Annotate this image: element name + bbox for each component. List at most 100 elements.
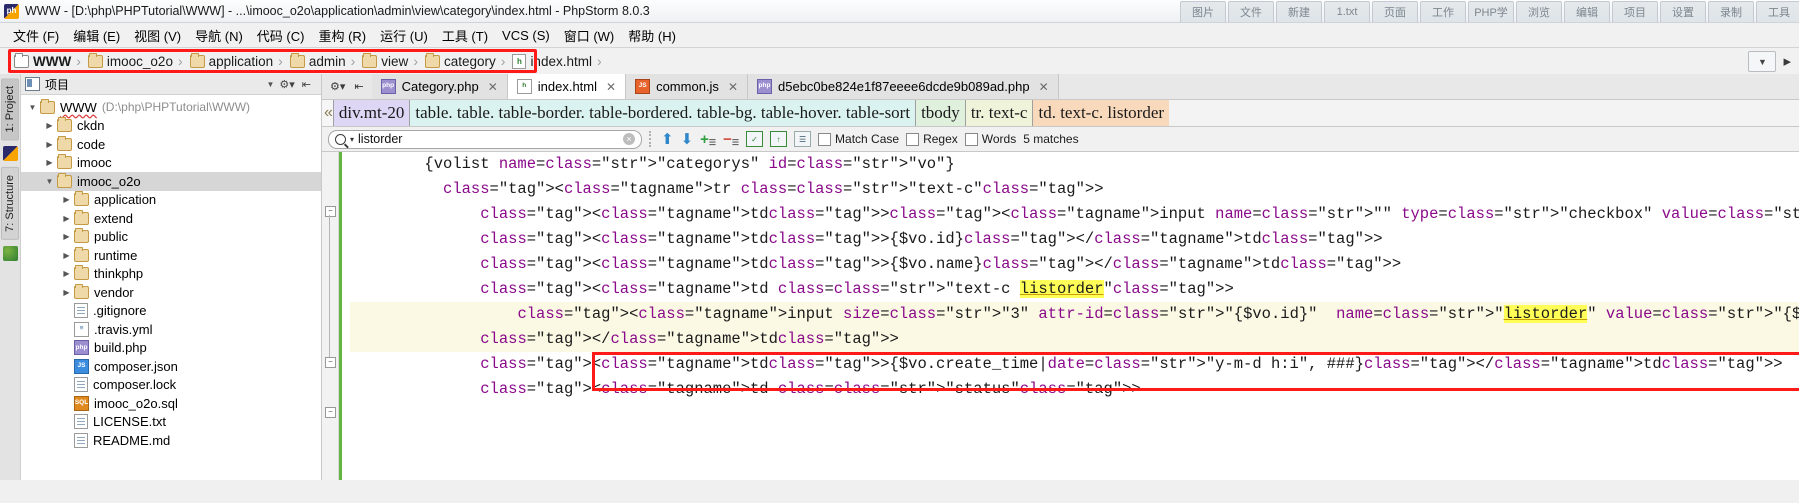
tree-row[interactable]: application xyxy=(21,191,321,210)
menu-item-3[interactable]: 导航 (N) xyxy=(188,24,250,47)
fold-icon[interactable]: − xyxy=(325,407,336,418)
taskbar-ghost-item[interactable]: PHP学 xyxy=(1468,1,1514,22)
code-line[interactable]: class="tag"><class="tagname">input size=… xyxy=(350,302,1799,327)
match-case-checkbox[interactable]: Match Case xyxy=(818,132,899,146)
tree-toggle-right-icon[interactable] xyxy=(59,232,74,241)
tree-row[interactable]: code xyxy=(21,135,321,154)
taskbar-ghost-item[interactable]: 录制 xyxy=(1708,1,1754,22)
path-bar-cell[interactable]: tbody xyxy=(916,100,966,126)
taskbar-ghost-item[interactable]: 浏览 xyxy=(1516,1,1562,22)
taskbar-ghost-item[interactable]: 图片 xyxy=(1180,1,1226,22)
breadcrumb-item-view[interactable]: view xyxy=(358,52,410,70)
tree-row[interactable]: ckdn xyxy=(21,117,321,136)
element-path-bar[interactable]: «div.mt-20 table. table. table-border. ta… xyxy=(322,100,1799,127)
close-icon[interactable]: ✕ xyxy=(728,80,738,94)
menu-item-7[interactable]: 工具 (T) xyxy=(435,24,495,47)
tree-row[interactable]: runtime xyxy=(21,246,321,265)
tree-row[interactable]: WWW (D:\php\PHPTutorial\WWW) xyxy=(21,98,321,117)
clear-icon[interactable]: × xyxy=(623,133,635,145)
run-button-icon[interactable]: ▸ xyxy=(1779,54,1795,69)
fold-icon[interactable]: − xyxy=(325,206,336,217)
taskbar-ghost-item[interactable]: 编辑 xyxy=(1564,1,1610,22)
editor-gutter[interactable]: − − − xyxy=(322,152,339,480)
checkbox-box[interactable] xyxy=(964,132,978,146)
sidebar-item-structure[interactable]: 7: Structure xyxy=(1,167,19,241)
menu-item-9[interactable]: 窗口 (W) xyxy=(557,24,622,47)
code-line[interactable]: {volist name=class="str">"categorys" id=… xyxy=(350,152,1799,177)
menu-item-0[interactable]: 文件 (F) xyxy=(6,24,66,47)
structure-tool-icon[interactable] xyxy=(2,246,18,262)
taskbar-ghost-item[interactable]: 工具 xyxy=(1756,1,1799,22)
tree-row[interactable]: public xyxy=(21,228,321,247)
editor-tab-tools[interactable]: ⚙▾ ⇤ xyxy=(322,74,372,99)
code-line[interactable]: class="tag"><class="tagname">tr class=cl… xyxy=(350,177,1799,202)
breadcrumb-item-application[interactable]: application xyxy=(186,52,276,70)
arrow-down-icon[interactable]: ⬇ xyxy=(681,132,694,147)
menu-item-4[interactable]: 代码 (C) xyxy=(250,24,312,47)
breadcrumb-item-index-html[interactable]: h index.html xyxy=(508,53,594,70)
navbar-actions[interactable]: ▼ ▸ xyxy=(1748,51,1795,72)
tree-row[interactable]: php build.php xyxy=(21,339,321,358)
close-icon[interactable]: ✕ xyxy=(488,80,498,94)
menu-item-2[interactable]: 视图 (V) xyxy=(127,24,188,47)
tree-row[interactable]: ≡ .travis.yml xyxy=(21,320,321,339)
tree-row[interactable]: README.md xyxy=(21,431,321,450)
editor-tab-d5ebc0be824e1f87eeee6dcde9b089ad-php[interactable]: php d5ebc0be824e1f87eeee6dcde9b089ad.php ✕ xyxy=(748,74,1059,99)
breadcrumb-item-category[interactable]: category xyxy=(421,52,498,70)
collapse-all-icon[interactable]: ⇤ xyxy=(302,78,311,91)
gear-icon[interactable]: ⚙▾ xyxy=(330,80,345,93)
taskbar-ghost-item[interactable]: 页面 xyxy=(1372,1,1418,22)
words-checkbox[interactable]: Words xyxy=(964,132,1016,146)
breadcrumb-item-imooc_o2o[interactable]: imooc_o2o xyxy=(84,52,175,70)
code-content[interactable]: {volist name=class="str">"categorys" id=… xyxy=(342,152,1799,480)
menu-item-5[interactable]: 重构 (R) xyxy=(311,24,373,47)
code-line[interactable]: class="tag"><class="tagname">tdclass="ta… xyxy=(350,227,1799,252)
breadcrumb-item-www[interactable]: WWW xyxy=(10,52,73,70)
project-tree[interactable]: WWW (D:\php\PHPTutorial\WWW) ckdn code imooc… xyxy=(21,95,321,480)
chevron-down-icon[interactable]: ▼ xyxy=(266,80,274,89)
code-line[interactable]: class="tag"><class="tagname">td class=cl… xyxy=(350,277,1799,302)
tree-row[interactable]: .gitignore xyxy=(21,302,321,321)
path-bar-cell[interactable]: table. table. table-border. table-border… xyxy=(410,100,917,126)
tree-row[interactable]: SQL imooc_o2o.sql xyxy=(21,394,321,413)
regex-checkbox[interactable]: Regex xyxy=(906,132,958,146)
close-icon[interactable]: ✕ xyxy=(1039,80,1049,94)
tree-toggle-right-icon[interactable] xyxy=(59,214,74,223)
collapse-all-icon[interactable]: ⇤ xyxy=(354,80,363,93)
menu-item-1[interactable]: 编辑 (E) xyxy=(66,24,127,47)
path-bar-cell[interactable]: div.mt-20 xyxy=(333,100,411,126)
menu-item-10[interactable]: 帮助 (H) xyxy=(621,24,683,47)
arrow-up-icon[interactable]: ⬆ xyxy=(661,132,674,147)
export-icon[interactable]: ↑ xyxy=(770,131,788,147)
tree-toggle-right-icon[interactable] xyxy=(42,140,57,149)
tree-row[interactable]: imooc xyxy=(21,154,321,173)
add-icon[interactable]: +☰ xyxy=(700,132,716,147)
fold-icon[interactable]: − xyxy=(325,357,336,368)
code-line[interactable]: class="tag"><class="tagname">tdclass="ta… xyxy=(350,202,1799,227)
chevron-down-icon[interactable]: ▾ xyxy=(350,135,354,144)
navbar-dropdown-button[interactable]: ▼ xyxy=(1748,51,1777,72)
tree-toggle-right-icon[interactable] xyxy=(42,121,57,130)
code-line[interactable]: class="tag"></class="tagname">tdclass="t… xyxy=(350,327,1799,352)
tree-row[interactable]: extend xyxy=(21,209,321,228)
sidebar-item-project[interactable]: 1: Project xyxy=(1,78,19,141)
tree-toggle-down-icon[interactable] xyxy=(42,177,57,186)
path-bar-cell[interactable]: td. text-c. listorder xyxy=(1033,100,1170,126)
menu-item-8[interactable]: VCS (S) xyxy=(495,26,557,45)
php-tool-icon[interactable] xyxy=(2,146,18,162)
tree-row[interactable]: thinkphp xyxy=(21,265,321,284)
tree-row[interactable]: vendor xyxy=(21,283,321,302)
checkbox-box[interactable] xyxy=(818,132,832,146)
code-line[interactable]: class="tag"><class="tagname">td class=cl… xyxy=(350,377,1799,402)
editor-tab-common-js[interactable]: JS common.js ✕ xyxy=(626,74,748,99)
breadcrumb-item-admin[interactable]: admin xyxy=(286,52,348,70)
path-bar-chevron-icon[interactable]: « xyxy=(322,100,334,126)
taskbar-ghost-item[interactable]: 文件 xyxy=(1228,1,1274,22)
filter-icon[interactable]: ☰ xyxy=(794,131,812,147)
code-line[interactable]: class="tag"><class="tagname">tdclass="ta… xyxy=(350,352,1799,377)
menu-item-6[interactable]: 运行 (U) xyxy=(373,24,435,47)
tree-row[interactable]: imooc_o2o xyxy=(21,172,321,191)
breadcrumb[interactable]: WWW › imooc_o2o › application › admin › view › cat… xyxy=(10,50,605,72)
tree-toggle-right-icon[interactable] xyxy=(59,251,74,260)
close-icon[interactable]: ✕ xyxy=(606,80,616,94)
